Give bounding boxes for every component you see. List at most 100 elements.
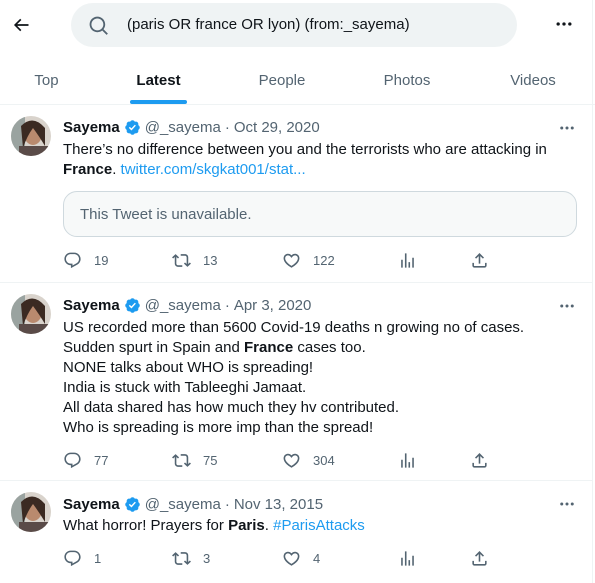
like-count: 4 (313, 551, 321, 566)
retweet-button[interactable]: 75 (172, 451, 217, 470)
separator-dot: · (224, 119, 230, 136)
reply-button[interactable]: 1 (63, 549, 101, 568)
back-button[interactable] (6, 10, 36, 40)
tweet-date[interactable]: Oct 29, 2020 (234, 119, 320, 136)
analytics-button[interactable] (398, 549, 417, 568)
share-icon (472, 453, 487, 468)
analytics-icon (401, 453, 414, 468)
quoted-tweet-unavailable: This Tweet is unavailable. (63, 191, 577, 237)
like-count: 122 (313, 253, 335, 268)
tweet-text-line: India is stuck with Tableeghi Jamaat. (63, 379, 307, 396)
hashtag-link[interactable]: #ParisAttacks (273, 517, 365, 534)
column-border (592, 0, 593, 583)
tweet-more-button[interactable] (556, 297, 578, 315)
reply-icon (64, 550, 81, 567)
user-handle[interactable]: @_sayema (145, 496, 221, 513)
tweet-text-part: There’s no difference between you and th… (63, 141, 547, 158)
display-name[interactable]: Sayema (63, 119, 120, 136)
search-tabs: Top Latest People Photos Videos (0, 56, 595, 104)
tab-videos[interactable]: Videos (474, 56, 592, 104)
share-button[interactable] (470, 549, 489, 568)
tweet-text: There’s no difference between you and th… (63, 140, 563, 180)
analytics-button[interactable] (398, 251, 417, 270)
tweet-header: Sayema @_sayema · Nov 13, 2015 (63, 496, 323, 513)
tab-latest[interactable]: Latest (93, 56, 224, 104)
tweet-text-part: . (112, 161, 117, 178)
tweet-more-button[interactable] (556, 119, 578, 137)
tweet-text-part: Sudden spurt in Spain and (63, 339, 240, 356)
verified-badge-icon (124, 497, 140, 512)
tweet-item[interactable]: Sayema @_sayema · Nov 13, 2015 What horr… (0, 481, 592, 583)
display-name[interactable]: Sayema (63, 297, 120, 314)
tab-photos[interactable]: Photos (340, 56, 474, 104)
tweet-header: Sayema @_sayema · Apr 3, 2020 (63, 297, 311, 314)
more-options-button[interactable] (552, 12, 576, 36)
tweet-item[interactable]: Sayema @_sayema · Apr 3, 2020 US recorde… (0, 283, 592, 481)
more-icon (556, 22, 572, 26)
tweet-more-button[interactable] (556, 495, 578, 513)
analytics-icon (401, 253, 414, 268)
separator-dot: · (224, 297, 230, 314)
like-button[interactable]: 122 (282, 251, 335, 270)
tweet-item[interactable]: Sayema @_sayema · Oct 29, 2020 There’s n… (0, 105, 592, 283)
tweet-actions: 19 13 122 (63, 251, 523, 271)
verified-badge-icon (124, 298, 140, 313)
top-header: (paris OR france OR lyon) (from:_sayema)… (0, 0, 595, 104)
reply-count: 77 (94, 453, 109, 468)
separator-dot: · (224, 496, 230, 513)
tweet-text-part: . (264, 517, 269, 534)
avatar[interactable] (11, 294, 51, 334)
search-input[interactable]: (paris OR france OR lyon) (from:_sayema) (71, 3, 517, 47)
reply-button[interactable]: 77 (63, 451, 108, 470)
tweet-date[interactable]: Apr 3, 2020 (234, 297, 312, 314)
reply-count: 19 (94, 253, 109, 268)
user-handle[interactable]: @_sayema (145, 297, 221, 314)
retweet-button[interactable]: 13 (172, 251, 217, 270)
heart-icon (283, 453, 300, 468)
user-handle[interactable]: @_sayema (145, 119, 221, 136)
tab-people[interactable]: People (224, 56, 340, 104)
tweet-link[interactable]: twitter.com/skgkat001/stat... (121, 161, 306, 178)
retweet-count: 3 (203, 551, 211, 566)
tab-top[interactable]: Top (0, 56, 93, 104)
retweet-icon (172, 254, 191, 267)
avatar[interactable] (11, 492, 51, 532)
analytics-button[interactable] (398, 451, 417, 470)
heart-icon (283, 551, 300, 566)
highlighted-term: France (243, 339, 294, 356)
share-icon (472, 551, 487, 566)
highlighted-term: Paris (228, 517, 265, 534)
like-button[interactable]: 304 (282, 451, 335, 470)
tweet-actions: 77 75 304 (63, 451, 523, 471)
tweet-text-line: NONE talks about WHO is spreading! (63, 359, 314, 376)
reply-count: 1 (94, 551, 102, 566)
more-icon (560, 304, 574, 308)
retweet-icon (172, 552, 191, 565)
tweet-text-line: US recorded more than 5600 Covid-19 deat… (63, 319, 525, 336)
share-icon (472, 253, 487, 268)
arrow-left-icon (13, 18, 29, 32)
reply-icon (64, 252, 81, 269)
avatar[interactable] (11, 116, 51, 156)
like-button[interactable]: 4 (282, 549, 320, 568)
tweet-text: US recorded more than 5600 Covid-19 deat… (63, 318, 563, 438)
share-button[interactable] (470, 251, 489, 270)
retweet-button[interactable]: 3 (172, 549, 210, 568)
tweet-text-part: cases too. (297, 339, 366, 356)
tweet-text: What horror! Prayers for Paris. #ParisAt… (63, 516, 563, 536)
retweet-icon (172, 454, 191, 467)
tweet-text-line: Who is spreading is more imp than the sp… (63, 419, 374, 436)
share-button[interactable] (470, 451, 489, 470)
reply-button[interactable]: 19 (63, 251, 108, 270)
display-name[interactable]: Sayema (63, 496, 120, 513)
tweet-date[interactable]: Nov 13, 2015 (234, 496, 323, 513)
analytics-icon (401, 551, 414, 566)
retweet-count: 75 (203, 453, 218, 468)
like-count: 304 (313, 453, 335, 468)
tweet-actions: 1 3 4 (63, 549, 523, 569)
reply-icon (64, 452, 81, 469)
tweet-text-part: What horror! Prayers for (63, 517, 224, 534)
verified-badge-icon (124, 120, 140, 135)
search-icon (89, 16, 108, 35)
tweet-text-line: All data shared has how much they hv con… (63, 399, 400, 416)
